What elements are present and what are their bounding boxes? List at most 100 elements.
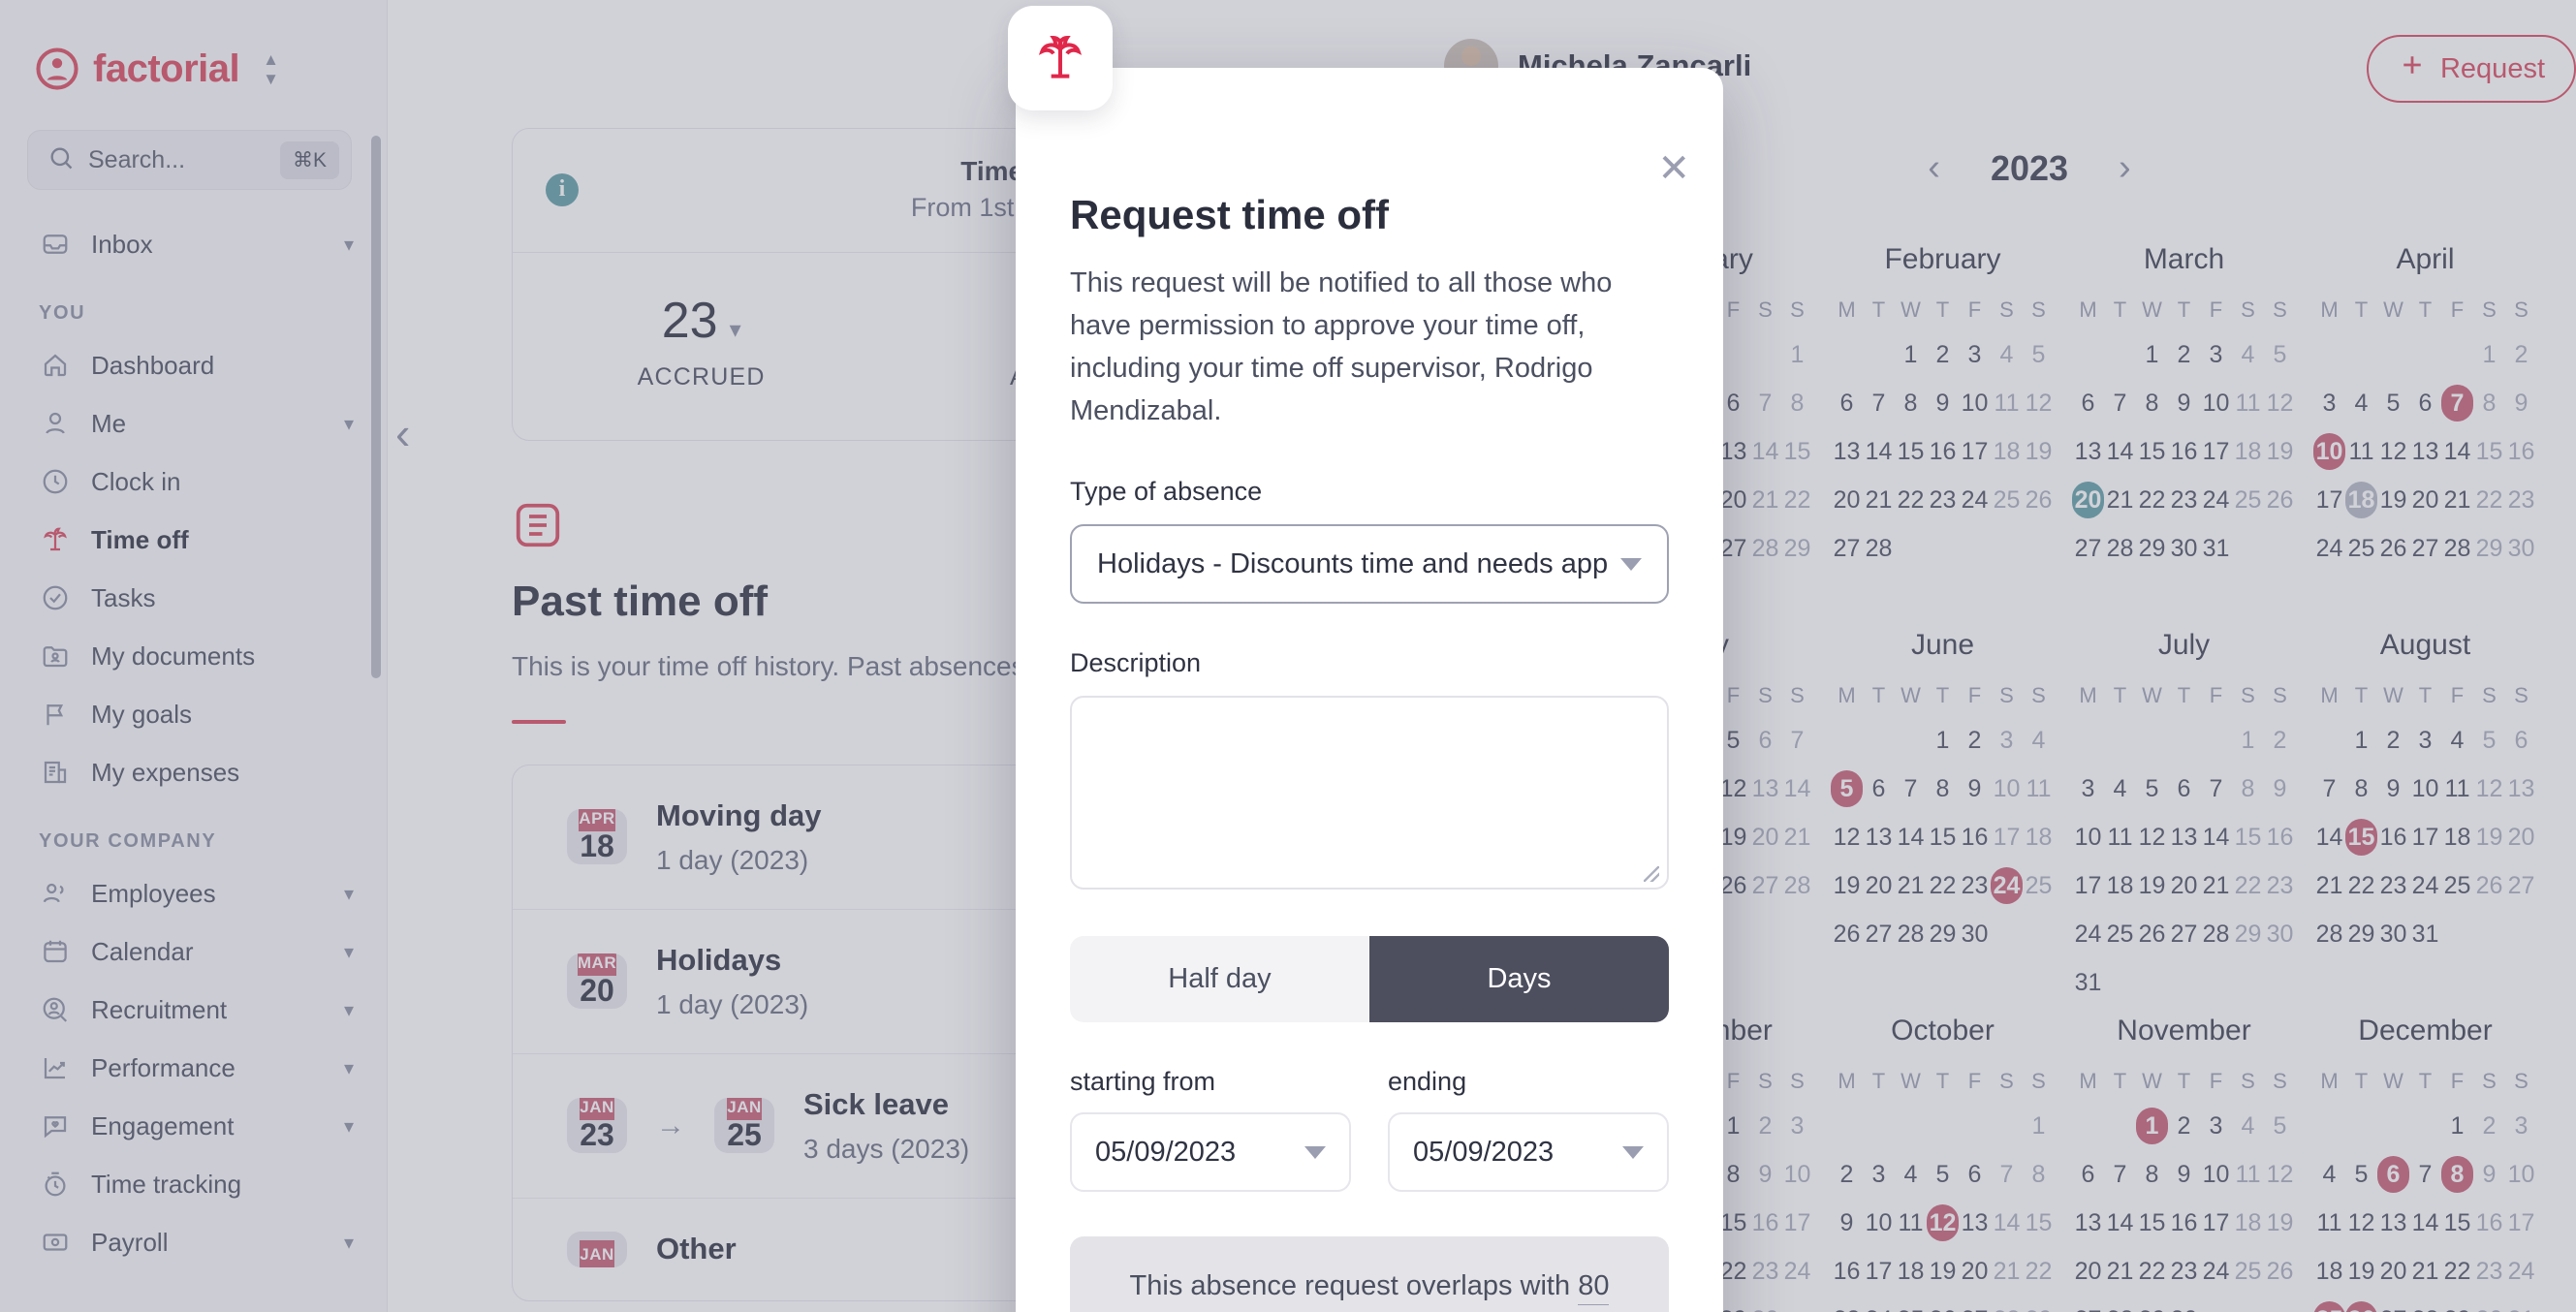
calendar-day[interactable]: 30 — [2377, 916, 2409, 953]
calendar-day[interactable]: 7 — [1863, 385, 1895, 422]
calendar-day[interactable]: 4 — [2345, 385, 2377, 422]
calendar-day[interactable]: 5 — [1927, 1156, 1959, 1193]
calendar-day[interactable]: 21 — [1895, 867, 1927, 904]
calendar-day[interactable]: 22 — [1927, 867, 1959, 904]
stat-accrued[interactable]: 23 ▾ ACCRUED — [513, 292, 890, 391]
calendar-day[interactable]: 16 — [1831, 1253, 1863, 1290]
sidebar-item-inbox[interactable]: Inbox ▾ — [27, 215, 365, 273]
calendar-day[interactable]: 25 — [2345, 530, 2377, 567]
calendar-day[interactable]: 23 — [1927, 482, 1959, 518]
calendar-day[interactable]: 10 — [1781, 1156, 1813, 1193]
calendar-day[interactable]: 17 — [1781, 1204, 1813, 1241]
calendar-day[interactable]: 6 — [1863, 770, 1895, 807]
calendar-day[interactable]: 21 — [2441, 482, 2473, 518]
calendar-day[interactable]: 21 — [1749, 482, 1781, 518]
calendar-day[interactable]: 29 — [1927, 916, 1959, 953]
calendar-day[interactable]: 23 — [2473, 1253, 2505, 1290]
search-input[interactable]: Search... ⌘K — [27, 130, 352, 190]
type-of-absence-select[interactable]: Holidays - Discounts time and needs appr… — [1070, 524, 1669, 605]
calendar-day[interactable]: 21 — [2313, 867, 2345, 904]
calendar-day[interactable]: 20 — [1863, 867, 1895, 904]
calendar-day[interactable]: 20 — [1831, 482, 1863, 518]
calendar-day[interactable]: 18 — [2104, 867, 2136, 904]
calendar-day[interactable]: 10 — [2505, 1156, 2537, 1193]
sidebar-item-me[interactable]: Me ▾ — [27, 394, 365, 453]
calendar-day[interactable]: 18 — [1991, 433, 2023, 470]
calendar-day[interactable]: 17 — [1863, 1253, 1895, 1290]
calendar-day[interactable]: 10 — [2200, 1156, 2232, 1193]
calendar-day[interactable]: 8 — [2345, 770, 2377, 807]
calendar-day[interactable]: 14 — [1749, 433, 1781, 470]
calendar-day[interactable]: 27 — [1831, 530, 1863, 567]
calendar-day[interactable]: 10 — [1991, 770, 2023, 807]
calendar-day[interactable]: 19 — [1831, 867, 1863, 904]
calendar-day[interactable]: 3 — [2313, 385, 2345, 422]
sidebar-item-time-tracking[interactable]: Time tracking — [27, 1155, 365, 1213]
calendar-day[interactable]: 16 — [2473, 1204, 2505, 1241]
calendar-day[interactable]: 19 — [2345, 1253, 2377, 1290]
calendar-day[interactable]: 11 — [2345, 433, 2377, 470]
calendar-day[interactable]: 27 — [2072, 1301, 2104, 1312]
calendar-day[interactable]: 16 — [2377, 819, 2409, 856]
calendar-day[interactable]: 28 — [1895, 916, 1927, 953]
calendar-day[interactable]: 1 — [1781, 336, 1813, 373]
calendar-day[interactable]: 31 — [2409, 916, 2441, 953]
info-icon[interactable]: i — [546, 172, 579, 206]
calendar-day[interactable]: 3 — [1959, 336, 1991, 373]
calendar-day[interactable]: 22 — [2136, 1253, 2168, 1290]
calendar-day[interactable]: 25 — [2023, 867, 2055, 904]
calendar-day[interactable]: 9 — [2377, 770, 2409, 807]
chevron-down-icon[interactable]: ▾ — [344, 940, 354, 964]
calendar-day[interactable]: 3 — [2200, 1108, 2232, 1144]
calendar-day[interactable]: 26 — [2345, 1301, 2377, 1312]
calendar-day[interactable]: 11 — [2441, 770, 2473, 807]
calendar-day[interactable]: 30 — [1749, 1301, 1781, 1312]
calendar-day[interactable]: 23 — [2377, 867, 2409, 904]
chevron-down-icon[interactable]: ▾ — [344, 1114, 354, 1139]
calendar-day[interactable]: 8 — [2023, 1156, 2055, 1193]
calendar-day[interactable]: 10 — [2409, 770, 2441, 807]
start-date-input[interactable]: 05/09/2023 — [1070, 1112, 1351, 1193]
calendar-day[interactable]: 8 — [2441, 1156, 2473, 1193]
calendar-day[interactable]: 5 — [2023, 336, 2055, 373]
end-date-input[interactable]: 05/09/2023 — [1388, 1112, 1669, 1193]
calendar-day[interactable]: 30 — [2505, 530, 2537, 567]
chevron-up-down-icon[interactable]: ▲ ▼ — [263, 51, 279, 87]
calendar-day[interactable]: 1 — [2136, 1108, 2168, 1144]
sidebar-item-recruitment[interactable]: Recruitment ▾ — [27, 981, 365, 1039]
calendar-day[interactable]: 16 — [2168, 1204, 2200, 1241]
calendar-day[interactable]: 28 — [2104, 1301, 2136, 1312]
calendar-day[interactable]: 15 — [2023, 1204, 2055, 1241]
calendar-day[interactable]: 16 — [2505, 433, 2537, 470]
calendar-day[interactable]: 19 — [2264, 1204, 2296, 1241]
calendar-day[interactable]: 4 — [2023, 722, 2055, 759]
calendar-day[interactable]: 29 — [2136, 1301, 2168, 1312]
calendar-day[interactable]: 7 — [1991, 1156, 2023, 1193]
calendar-day[interactable]: 29 — [2023, 1301, 2055, 1312]
calendar-day[interactable]: 14 — [2104, 1204, 2136, 1241]
calendar-day[interactable]: 19 — [2377, 482, 2409, 518]
calendar-day[interactable]: 23 — [1959, 867, 1991, 904]
calendar-day[interactable]: 21 — [2200, 867, 2232, 904]
sidebar-item-tasks[interactable]: Tasks — [27, 569, 365, 627]
calendar-day[interactable]: 23 — [2168, 1253, 2200, 1290]
chevron-left-icon[interactable]: ‹ — [395, 407, 410, 459]
calendar-day[interactable]: 16 — [1959, 819, 1991, 856]
calendar-day[interactable]: 23 — [2264, 867, 2296, 904]
calendar-day[interactable]: 9 — [1927, 385, 1959, 422]
calendar-day[interactable]: 13 — [1831, 433, 1863, 470]
calendar-day[interactable]: 6 — [2409, 385, 2441, 422]
calendar-day[interactable]: 29 — [1781, 530, 1813, 567]
calendar-day[interactable]: 19 — [2023, 433, 2055, 470]
calendar-day[interactable]: 8 — [1895, 385, 1927, 422]
calendar-day[interactable]: 22 — [1781, 482, 1813, 518]
calendar-day[interactable]: 4 — [2104, 770, 2136, 807]
chevron-right-icon[interactable]: › — [2119, 147, 2131, 189]
calendar-day[interactable]: 13 — [2505, 770, 2537, 807]
calendar-day[interactable]: 9 — [1831, 1204, 1863, 1241]
calendar-day[interactable]: 28 — [1991, 1301, 2023, 1312]
calendar-day[interactable]: 27 — [2072, 530, 2104, 567]
calendar-day[interactable]: 27 — [2168, 916, 2200, 953]
calendar-day[interactable]: 16 — [1927, 433, 1959, 470]
calendar-day[interactable]: 28 — [2200, 916, 2232, 953]
